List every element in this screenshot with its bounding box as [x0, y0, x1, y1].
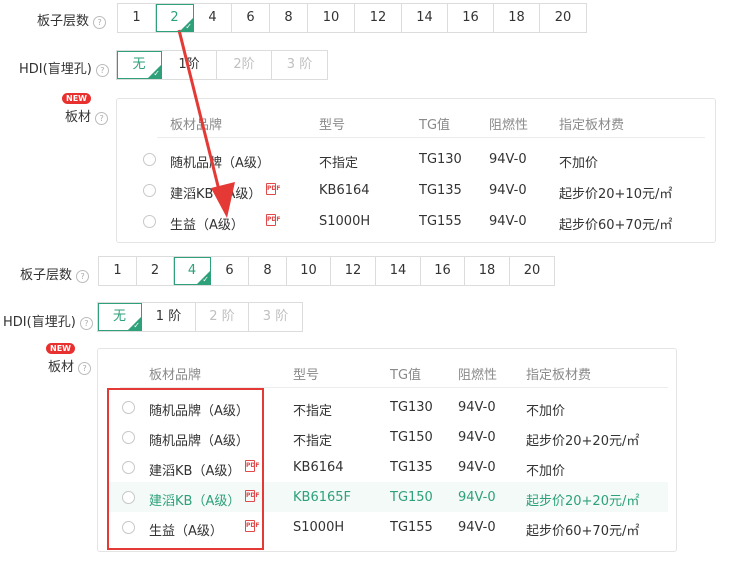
hdi-label-bottom: HDI(盲埋孔) ?	[3, 311, 93, 330]
layer-option-6[interactable]: 12	[331, 257, 376, 285]
material-radio[interactable]	[143, 184, 156, 197]
col-model: 型号	[319, 118, 346, 133]
hdi-option-3[interactable]: 3 阶	[272, 51, 327, 79]
cell-fee: 不加价	[526, 464, 566, 479]
cell-flame: 94V-0	[489, 152, 527, 167]
hdi-label-top: HDI(盲埋孔) ?	[19, 58, 109, 77]
layer-option-0[interactable]: 1	[118, 4, 156, 32]
hdi-option-0[interactable]: 无 ✓	[117, 51, 162, 79]
hdi-selector-bottom: 无 ✓ 1 阶2 阶3 阶	[97, 302, 303, 332]
col-tg: TG值	[419, 118, 451, 133]
help-icon[interactable]: ?	[79, 317, 93, 330]
cell-fee: 起步价60+70元/㎡	[559, 218, 673, 233]
check-icon: ✓	[185, 22, 192, 31]
layer-option-0[interactable]: 1	[99, 257, 137, 285]
cell-tg: TG155	[390, 520, 433, 535]
layer-option-8[interactable]: 16	[421, 257, 465, 285]
hdi-option-2[interactable]: 2 阶	[196, 303, 249, 331]
col-flame: 阻燃性	[489, 118, 529, 133]
help-icon[interactable]: ?	[76, 270, 90, 283]
layer-option-9[interactable]: 18	[494, 4, 540, 32]
layer-option-1[interactable]: 2	[137, 257, 174, 285]
pdf-file-icon[interactable]: PDF	[266, 214, 280, 226]
material-radio[interactable]	[143, 215, 156, 228]
cell-model: 不指定	[293, 434, 333, 449]
cell-flame: 94V-0	[458, 430, 496, 445]
cell-flame: 94V-0	[489, 214, 527, 229]
cell-fee: 起步价60+70元/㎡	[526, 524, 640, 539]
hdi-option-0[interactable]: 无 ✓	[98, 303, 142, 331]
hdi-option-3[interactable]: 3 阶	[249, 303, 302, 331]
material-radio[interactable]	[143, 153, 156, 166]
cell-tg: TG130	[419, 152, 462, 167]
cell-flame: 94V-0	[489, 183, 527, 198]
layer-option-7[interactable]: 14	[402, 4, 448, 32]
cell-model: KB6164	[319, 183, 370, 198]
layers-selector-top: 1 2 ✓ 4 6 8 10 12 14 16 18 20	[117, 3, 587, 33]
help-icon[interactable]: ?	[93, 16, 107, 29]
layer-option-4[interactable]: 8	[270, 4, 308, 32]
layer-option-9[interactable]: 18	[465, 257, 510, 285]
cell-tg: TG150	[390, 430, 433, 445]
cell-fee: 不加价	[559, 156, 599, 171]
check-icon: ✓	[202, 275, 209, 284]
cell-model: KB6165F	[293, 490, 352, 505]
cell-fee: 起步价20+10元/㎡	[559, 187, 673, 202]
cell-model: 不指定	[319, 156, 359, 171]
layers-label-bottom: 板子层数 ?	[20, 264, 90, 283]
help-icon[interactable]: ?	[95, 64, 109, 77]
new-badge: NEW	[46, 343, 75, 354]
cell-tg: TG135	[419, 183, 462, 198]
cell-tg: TG155	[419, 214, 462, 229]
layer-option-10[interactable]: 20	[540, 4, 586, 32]
col-tg: TG值	[390, 368, 422, 383]
layer-option-8[interactable]: 16	[448, 4, 494, 32]
cell-tg: TG130	[390, 400, 433, 415]
cell-model: 不指定	[293, 404, 333, 419]
layer-option-4[interactable]: 8	[249, 257, 287, 285]
cell-tg: TG150	[390, 490, 433, 505]
col-model: 型号	[293, 368, 320, 383]
col-brand: 板材品牌	[149, 368, 202, 383]
col-fee: 指定板材费	[559, 118, 625, 133]
new-badge: NEW	[62, 93, 91, 104]
layer-option-5[interactable]: 10	[308, 4, 355, 32]
check-icon: ✓	[133, 321, 140, 330]
col-fee: 指定板材费	[526, 368, 592, 383]
layers-selector-bottom: 1 2 4 ✓ 6 8 10 12 14 16 18 20	[98, 256, 555, 286]
pdf-file-icon[interactable]: PDF	[266, 183, 280, 195]
layers-label-top: 板子层数 ?	[37, 10, 107, 29]
layer-option-1[interactable]: 2 ✓	[156, 4, 194, 32]
layer-option-10[interactable]: 20	[510, 257, 554, 285]
help-icon[interactable]: ?	[95, 112, 109, 125]
cell-model: KB6164	[293, 460, 344, 475]
hdi-option-1[interactable]: 1 阶	[142, 303, 196, 331]
cell-model: S1000H	[319, 214, 371, 229]
highlight-box-annotation	[107, 388, 264, 550]
cell-fee: 起步价20+20元/㎡	[526, 434, 640, 449]
material-label-bottom: 板材 ?	[48, 356, 92, 375]
cell-flame: 94V-0	[458, 490, 496, 505]
material-label-top: 板材 ?	[65, 106, 109, 125]
layer-option-5[interactable]: 10	[287, 257, 331, 285]
cell-flame: 94V-0	[458, 520, 496, 535]
col-flame: 阻燃性	[458, 368, 498, 383]
cell-tg: TG135	[390, 460, 433, 475]
cell-model: S1000H	[293, 520, 345, 535]
cell-fee: 起步价20+20元/㎡	[526, 494, 640, 509]
red-arrow-annotation	[177, 29, 235, 218]
help-icon[interactable]: ?	[78, 362, 92, 375]
layer-option-3[interactable]: 6	[211, 257, 249, 285]
layer-option-2[interactable]: 4 ✓	[174, 257, 211, 285]
layer-option-7[interactable]: 14	[376, 257, 421, 285]
cell-flame: 94V-0	[458, 400, 496, 415]
check-icon: ✓	[153, 69, 160, 78]
cell-flame: 94V-0	[458, 460, 496, 475]
cell-fee: 不加价	[526, 404, 566, 419]
layer-option-6[interactable]: 12	[355, 4, 402, 32]
